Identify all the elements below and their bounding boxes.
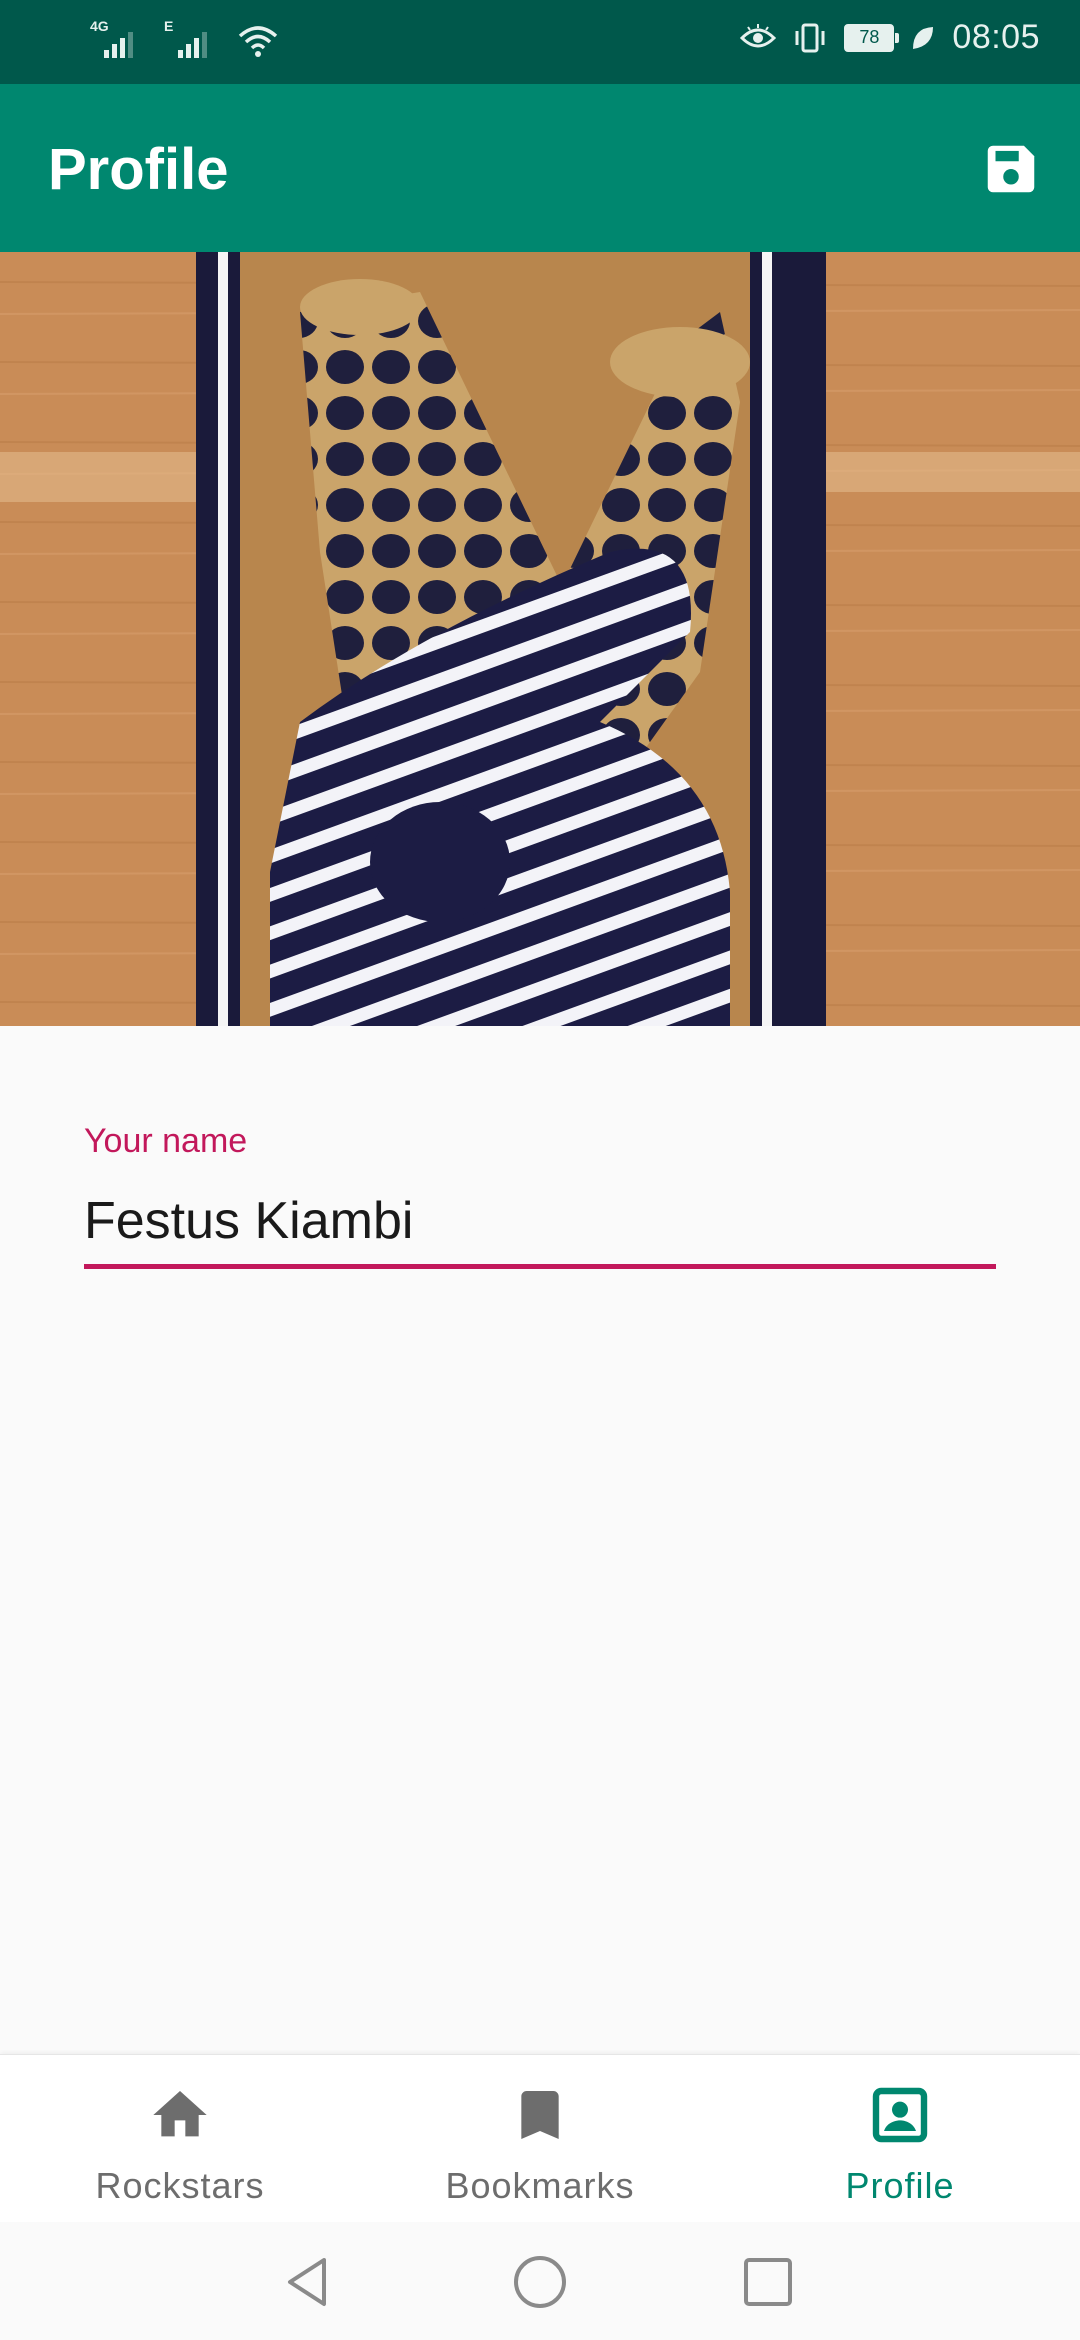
name-field[interactable] [84, 1186, 996, 1256]
name-field-label: Your name [84, 1122, 248, 1160]
save-button[interactable] [980, 138, 1042, 200]
battery-level: 78 [859, 27, 880, 47]
cellular-signal-2-icon: E [164, 18, 216, 58]
home-circle-icon [514, 2256, 566, 2308]
battery-icon: 78 [844, 23, 900, 52]
system-navigation-bar [0, 2222, 1080, 2340]
status-bar: 4G E 78 08:05 [0, 0, 1080, 84]
nav-item-bookmarks[interactable]: Bookmarks [360, 2055, 720, 2223]
status-left-icons: 4G E [90, 18, 278, 58]
bookmark-icon [521, 2091, 559, 2139]
profile-photo-artwork [0, 252, 1080, 1026]
back-triangle-icon [288, 2258, 326, 2306]
wifi-icon [238, 26, 278, 57]
nav-label-rockstars: Rockstars [95, 2165, 265, 2206]
cellular-signal-icon: 4G [90, 18, 142, 58]
profile-photo[interactable] [0, 252, 1080, 1026]
nav-item-profile[interactable]: Profile [720, 2055, 1080, 2223]
nav-label-bookmarks: Bookmarks [445, 2165, 635, 2206]
vibrate-icon [795, 23, 825, 52]
recents-square-icon [744, 2258, 792, 2306]
back-button[interactable] [278, 2252, 338, 2312]
home-button[interactable] [510, 2252, 570, 2312]
account-box-icon [872, 2087, 928, 2143]
bottom-navigation: Rockstars Bookmarks Profile [0, 2054, 1080, 2223]
page-title: Profile [48, 137, 229, 202]
name-field-underline [84, 1264, 996, 1269]
nav-label-profile: Profile [845, 2165, 955, 2206]
network-type-label-2: E [164, 18, 174, 34]
status-right-icons: 78 08:05 [740, 18, 1040, 57]
app-bar: Profile [0, 84, 1080, 252]
recents-button[interactable] [738, 2252, 798, 2312]
home-icon [153, 2091, 207, 2137]
nav-item-rockstars[interactable]: Rockstars [0, 2055, 360, 2223]
status-time: 08:05 [952, 18, 1040, 56]
eye-comfort-icon [740, 23, 777, 47]
power-saving-leaf-icon [913, 26, 934, 49]
save-icon [987, 145, 1035, 193]
